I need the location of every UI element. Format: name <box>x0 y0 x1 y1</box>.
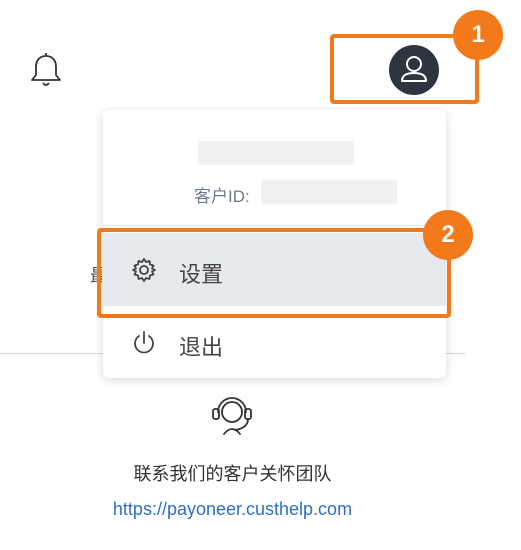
menu-item-logout-label: 退出 <box>179 335 224 360</box>
menu-item-logout[interactable]: 退出 <box>103 310 446 378</box>
menu-divider <box>103 225 446 226</box>
bell-icon[interactable] <box>28 50 64 90</box>
support-link[interactable]: https://payoneer.custhelp.com <box>0 499 465 520</box>
support-text: 联系我们的客户关怀团队 <box>133 464 332 484</box>
step-badge-2: 2 <box>423 210 473 260</box>
power-icon <box>131 330 157 361</box>
redacted-customer-id <box>261 180 397 204</box>
customer-id-label: 客户ID: <box>194 187 250 206</box>
highlight-box-settings <box>97 228 451 318</box>
step-badge-1: 1 <box>453 10 503 60</box>
headset-icon <box>207 390 257 438</box>
redacted-user-name <box>198 141 354 165</box>
